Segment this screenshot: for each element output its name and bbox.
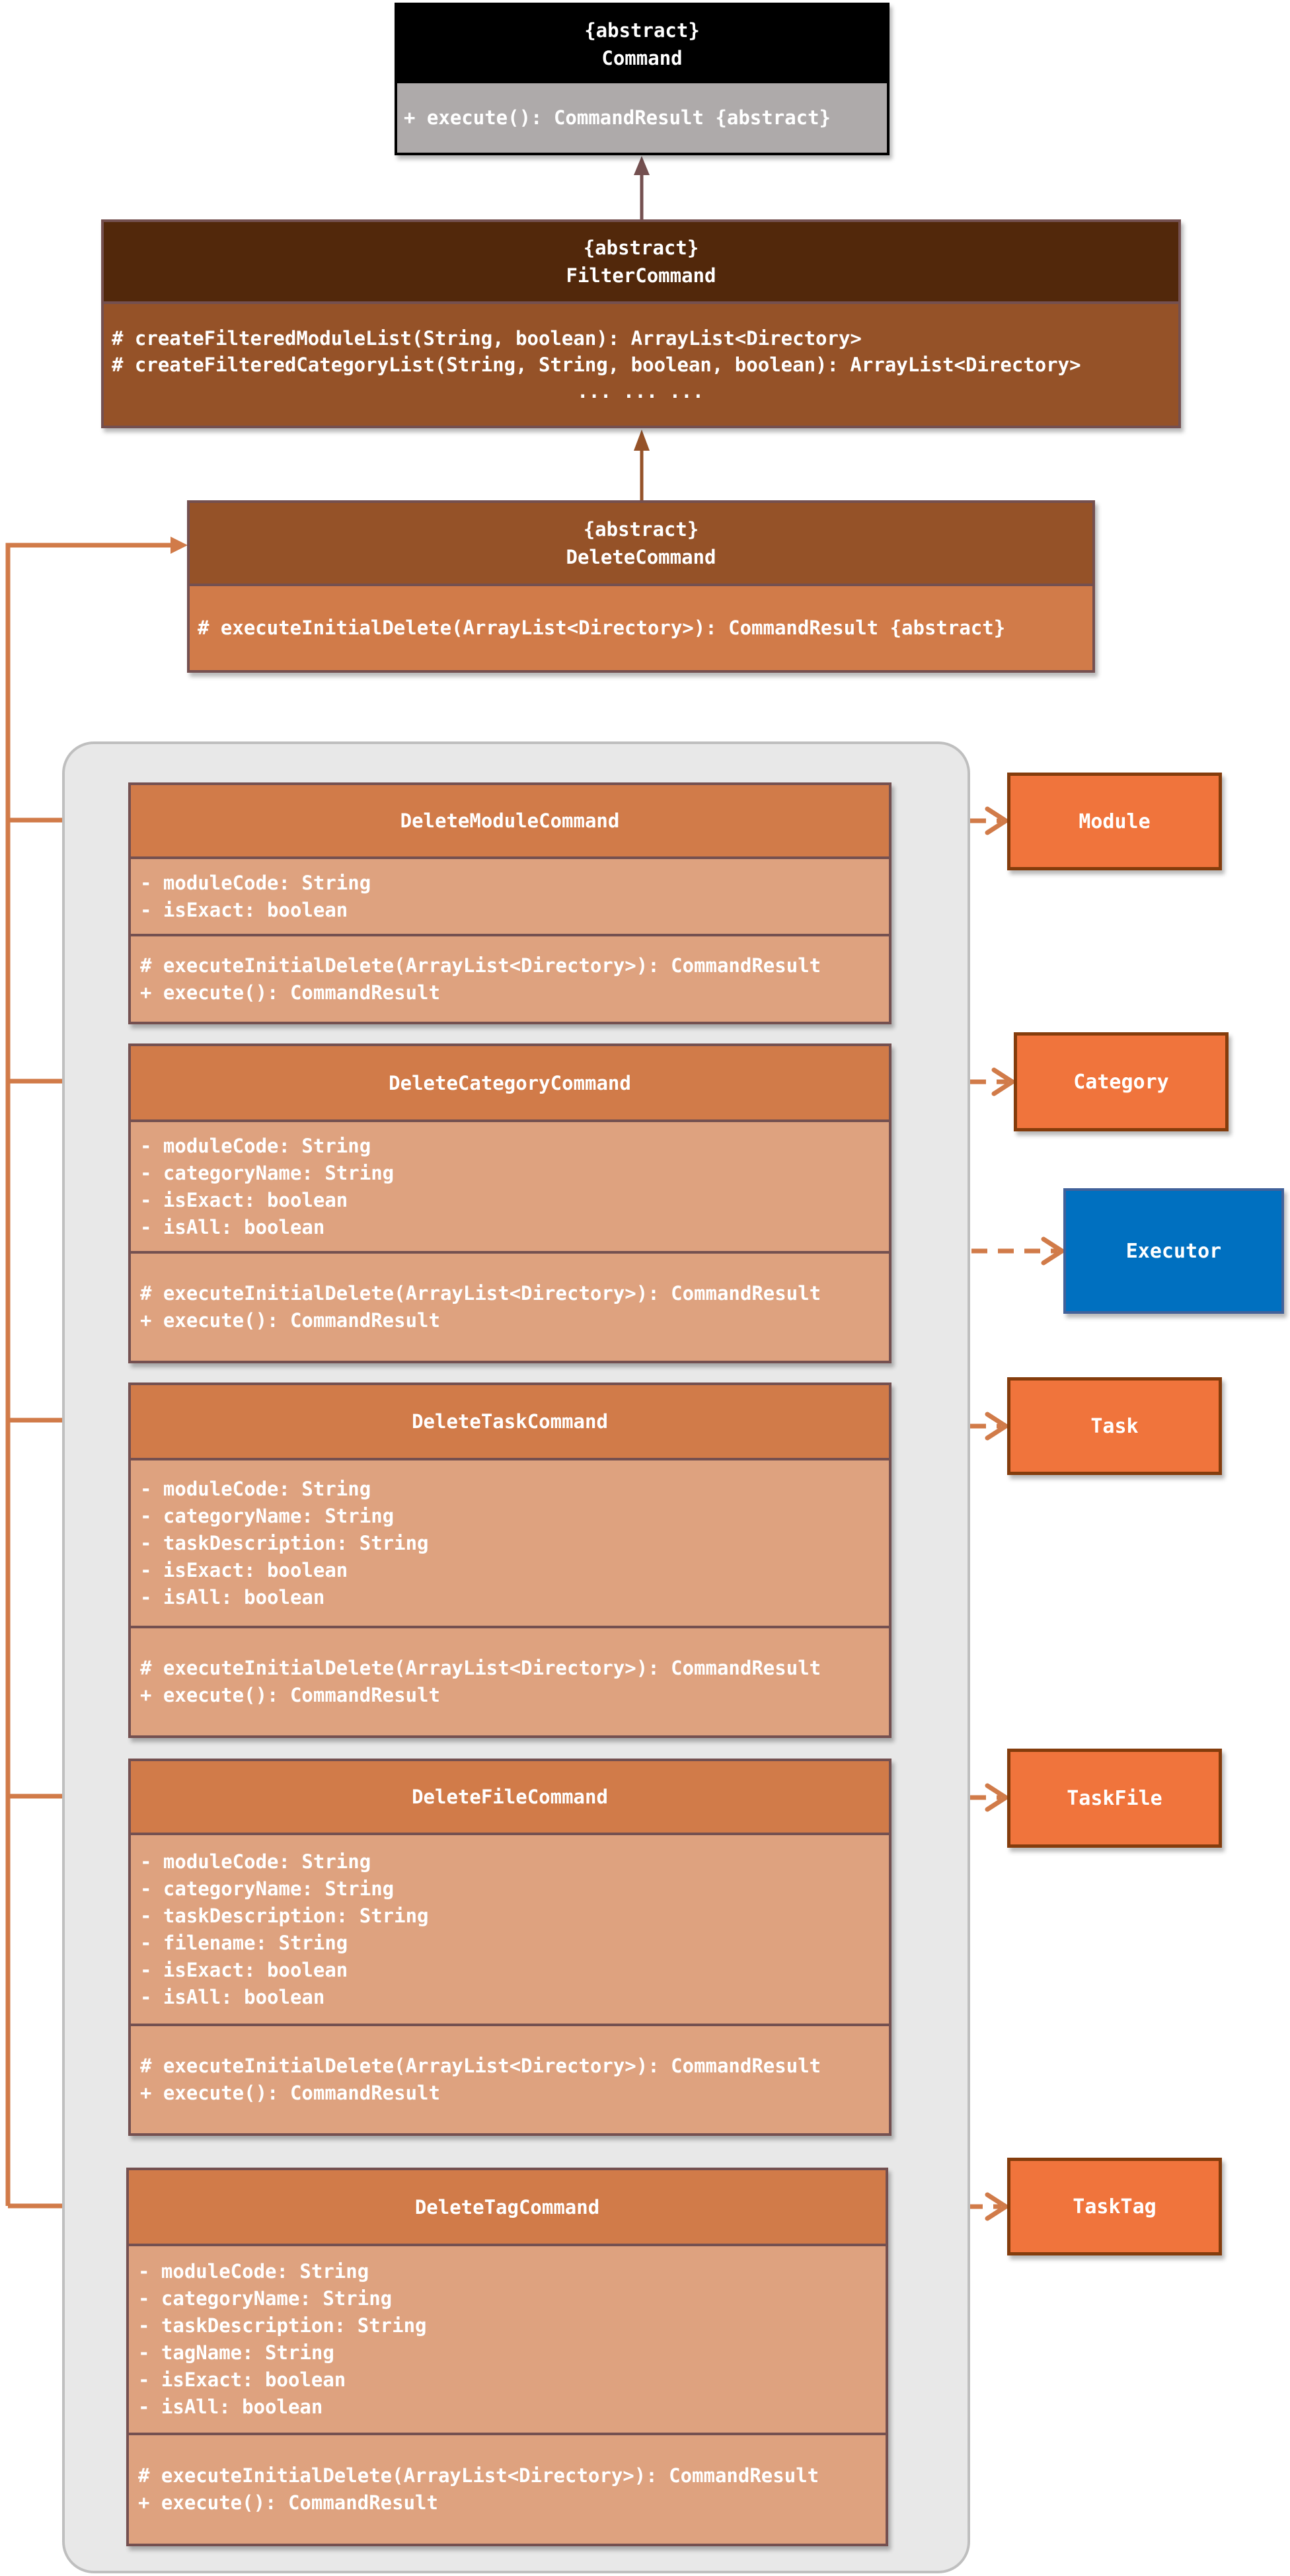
class-command-header: {abstract} Command xyxy=(397,5,887,83)
method: # executeInitialDelete(ArrayList<Directo… xyxy=(140,2055,821,2077)
class-attributes: - moduleCode: String - categoryName: Str… xyxy=(129,2246,886,2435)
stereotype-label: {abstract} xyxy=(583,237,699,259)
entity-label: TaskFile xyxy=(1067,1786,1162,1810)
method: + execute(): CommandResult {abstract} xyxy=(404,106,831,129)
class-header: DeleteTagCommand xyxy=(129,2170,886,2246)
class-command-methods: + execute(): CommandResult {abstract} xyxy=(397,83,887,153)
class-name: DeleteModuleCommand xyxy=(400,810,620,832)
method: # executeInitialDelete(ArrayList<Directo… xyxy=(140,954,821,977)
attribute: - isAll: boolean xyxy=(140,1215,325,1238)
entity-label: TaskTag xyxy=(1073,2195,1157,2218)
class-name: DeleteTagCommand xyxy=(414,2195,600,2218)
class-header: DeleteTaskCommand xyxy=(131,1385,889,1460)
attribute: - moduleCode: String xyxy=(140,1850,371,1873)
class-name: DeleteCategoryCommand xyxy=(389,1071,631,1094)
method: + execute(): CommandResult xyxy=(138,2491,438,2514)
class-header: DeleteFileCommand xyxy=(131,1761,889,1835)
attribute: - isAll: boolean xyxy=(140,1985,325,2008)
class-delete-command-methods: # executeInitialDelete(ArrayList<Directo… xyxy=(190,586,1092,670)
attribute: - categoryName: String xyxy=(140,1504,395,1527)
entity-task: Task xyxy=(1007,1377,1222,1475)
class-delete-category-command: DeleteCategoryCommand - moduleCode: Stri… xyxy=(128,1043,892,1363)
class-name: DeleteTaskCommand xyxy=(412,1410,608,1433)
class-filter-command: {abstract} FilterCommand # createFiltere… xyxy=(101,219,1181,428)
class-filter-command-methods: # createFilteredModuleList(String, boole… xyxy=(104,304,1178,426)
attribute: - moduleCode: String xyxy=(140,1134,371,1157)
attribute: - isExact: boolean xyxy=(138,2368,346,2391)
entity-category: Category xyxy=(1014,1032,1229,1131)
attribute: - categoryName: String xyxy=(140,1877,395,1900)
method: + execute(): CommandResult xyxy=(140,2082,440,2104)
class-delete-command-header: {abstract} DeleteCommand xyxy=(190,503,1092,586)
attribute: - isExact: boolean xyxy=(140,1558,348,1581)
attribute: - categoryName: String xyxy=(140,1161,395,1184)
class-name: DeleteCommand xyxy=(566,546,716,568)
attribute: - taskDescription: String xyxy=(138,2314,427,2337)
method: + execute(): CommandResult xyxy=(140,981,440,1004)
class-delete-command: {abstract} DeleteCommand # executeInitia… xyxy=(187,500,1095,673)
class-header: DeleteCategoryCommand xyxy=(131,1046,889,1122)
entity-label: Task xyxy=(1090,1414,1139,1438)
class-attributes: - moduleCode: String - isExact: boolean xyxy=(131,859,889,936)
inheritance-arrow-filter-to-command xyxy=(634,156,650,220)
attribute: - isExact: boolean xyxy=(140,898,348,921)
attribute: - isExact: boolean xyxy=(140,1958,348,1981)
method: + execute(): CommandResult xyxy=(140,1684,440,1706)
class-methods: # executeInitialDelete(ArrayList<Directo… xyxy=(131,1628,889,1735)
attribute: - tagName: String xyxy=(138,2341,334,2364)
attribute: - isExact: boolean xyxy=(140,1188,348,1211)
class-delete-module-command: DeleteModuleCommand - moduleCode: String… xyxy=(128,782,892,1024)
entity-executor: Executor xyxy=(1063,1188,1284,1314)
dependency-arrow-executor xyxy=(971,1236,1067,1266)
class-command: {abstract} Command + execute(): CommandR… xyxy=(395,3,890,155)
attribute: - taskDescription: String xyxy=(140,1904,429,1927)
method: # createFilteredCategoryList(String, Str… xyxy=(112,354,1081,376)
method: + execute(): CommandResult xyxy=(140,1309,440,1332)
class-attributes: - moduleCode: String - categoryName: Str… xyxy=(131,1835,889,2026)
method: # createFilteredModuleList(String, boole… xyxy=(112,327,862,350)
class-delete-tag-command: DeleteTagCommand - moduleCode: String - … xyxy=(126,2168,888,2546)
stereotype-label: {abstract} xyxy=(584,19,700,42)
class-name: DeleteFileCommand xyxy=(412,1786,608,1808)
stereotype-label: {abstract} xyxy=(583,518,699,541)
class-filter-command-header: {abstract} FilterCommand xyxy=(104,222,1178,304)
class-delete-task-command: DeleteTaskCommand - moduleCode: String -… xyxy=(128,1383,892,1738)
entity-label: Category xyxy=(1073,1070,1169,1094)
class-attributes: - moduleCode: String - categoryName: Str… xyxy=(131,1460,889,1628)
entity-module: Module xyxy=(1007,773,1222,870)
attribute: - isAll: boolean xyxy=(140,1585,325,1609)
entity-tasktag: TaskTag xyxy=(1007,2158,1222,2255)
attribute: - isAll: boolean xyxy=(138,2396,323,2418)
entity-label: Module xyxy=(1079,810,1151,833)
class-methods: # executeInitialDelete(ArrayList<Directo… xyxy=(131,1254,889,1361)
class-methods: # executeInitialDelete(ArrayList<Directo… xyxy=(129,2435,886,2544)
class-methods: # executeInitialDelete(ArrayList<Directo… xyxy=(131,936,889,1022)
class-methods: # executeInitialDelete(ArrayList<Directo… xyxy=(131,2026,889,2133)
method: # executeInitialDelete(ArrayList<Directo… xyxy=(198,617,1006,639)
method: # executeInitialDelete(ArrayList<Directo… xyxy=(140,1282,821,1305)
class-attributes: - moduleCode: String - categoryName: Str… xyxy=(131,1122,889,1254)
attribute: - categoryName: String xyxy=(138,2287,393,2310)
attribute: - moduleCode: String xyxy=(140,1477,371,1500)
method: # executeInitialDelete(ArrayList<Directo… xyxy=(140,1657,821,1679)
entity-label: Executor xyxy=(1125,1239,1222,1263)
entity-taskfile: TaskFile xyxy=(1007,1749,1222,1848)
method: # executeInitialDelete(ArrayList<Directo… xyxy=(138,2464,819,2487)
attribute: - moduleCode: String xyxy=(140,871,371,894)
attribute: - moduleCode: String xyxy=(138,2260,369,2283)
attribute: - taskDescription: String xyxy=(140,1531,429,1554)
class-name: FilterCommand xyxy=(566,264,716,287)
inheritance-arrow-delete-to-filter xyxy=(634,430,650,501)
class-header: DeleteModuleCommand xyxy=(131,785,889,859)
class-delete-file-command: DeleteFileCommand - moduleCode: String -… xyxy=(128,1759,892,2136)
ellipsis: ... ... ... xyxy=(576,380,704,402)
class-name: Command xyxy=(601,47,683,69)
attribute: - filename: String xyxy=(140,1931,348,1954)
